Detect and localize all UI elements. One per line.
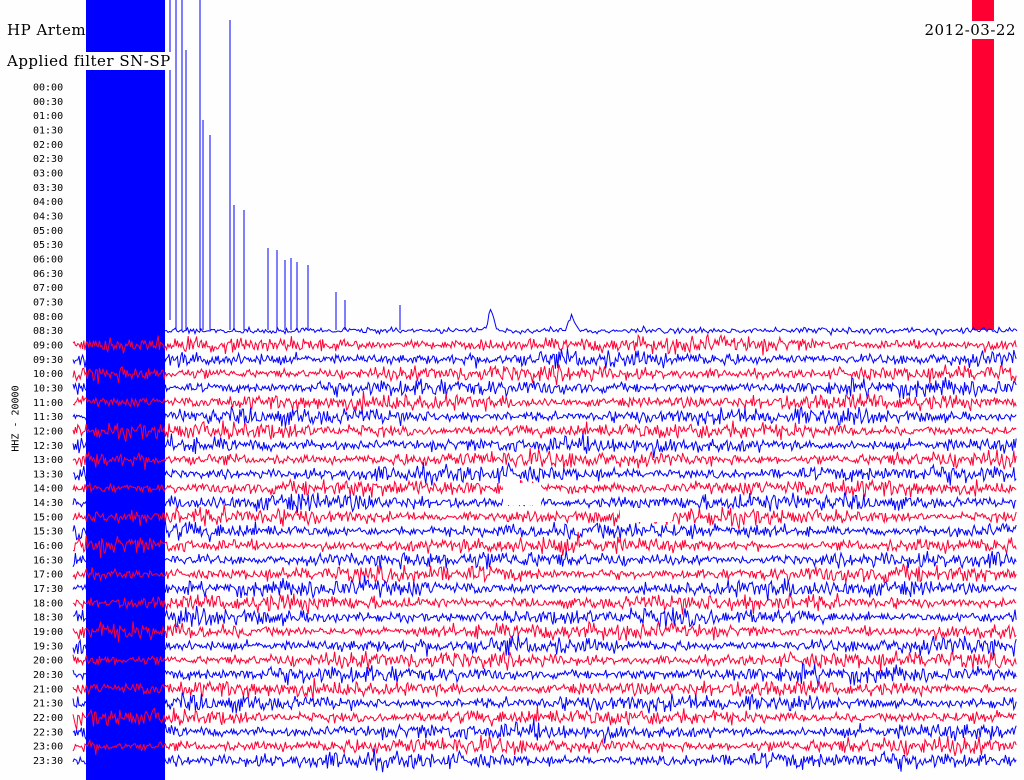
seismic-trace bbox=[72, 620, 1017, 643]
time-label: 00:30 bbox=[33, 97, 63, 108]
seismic-trace bbox=[72, 550, 1017, 570]
time-label: 23:30 bbox=[33, 756, 63, 767]
seismic-trace bbox=[72, 390, 1017, 413]
time-label: 13:30 bbox=[33, 469, 63, 480]
seismic-trace bbox=[72, 461, 1017, 486]
time-label: 12:30 bbox=[33, 441, 63, 452]
time-label: 23:00 bbox=[33, 742, 63, 753]
data-gap bbox=[503, 483, 541, 505]
time-label: 07:30 bbox=[33, 297, 63, 308]
time-label: 07:00 bbox=[33, 283, 63, 294]
time-label: 08:30 bbox=[33, 326, 63, 337]
seismic-trace bbox=[72, 563, 1017, 585]
time-label: 04:30 bbox=[33, 211, 63, 222]
time-label: 03:00 bbox=[33, 168, 63, 179]
time-label: 19:00 bbox=[33, 627, 63, 638]
seismic-trace bbox=[72, 477, 1017, 498]
time-label: 11:00 bbox=[33, 398, 63, 409]
time-label: 10:30 bbox=[33, 383, 63, 394]
seismic-trace bbox=[72, 364, 1017, 386]
time-label: 22:00 bbox=[33, 713, 63, 724]
seismic-trace bbox=[72, 706, 1017, 730]
time-label: 11:30 bbox=[33, 412, 63, 423]
seismic-trace bbox=[72, 504, 1017, 530]
time-label: 06:30 bbox=[33, 269, 63, 280]
seismic-trace bbox=[72, 592, 1017, 615]
seismic-trace bbox=[72, 650, 1017, 672]
time-label: 05:00 bbox=[33, 226, 63, 237]
data-gap bbox=[620, 508, 672, 522]
time-label: 15:00 bbox=[33, 512, 63, 523]
date-label: 2012-03-22 bbox=[924, 21, 1016, 39]
seismic-trace bbox=[72, 719, 1017, 744]
time-label: 14:00 bbox=[33, 484, 63, 495]
time-label: 01:00 bbox=[33, 111, 63, 122]
time-label: 04:00 bbox=[33, 197, 63, 208]
time-label: 02:00 bbox=[33, 140, 63, 151]
time-label: 21:30 bbox=[33, 699, 63, 710]
seismic-trace bbox=[72, 406, 1017, 428]
station-title: HP Artem bbox=[7, 21, 87, 39]
seismic-trace bbox=[72, 748, 1017, 773]
seismic-trace bbox=[72, 734, 1017, 757]
seismic-trace bbox=[72, 605, 1017, 630]
time-label: 12:00 bbox=[33, 426, 63, 437]
seismic-trace bbox=[72, 433, 1017, 459]
time-label: 16:30 bbox=[33, 555, 63, 566]
time-label: 18:00 bbox=[33, 598, 63, 609]
time-label: 08:00 bbox=[33, 312, 63, 323]
time-label: 18:30 bbox=[33, 613, 63, 624]
time-label: 20:00 bbox=[33, 656, 63, 667]
seismic-trace bbox=[72, 575, 1017, 602]
time-label: 17:00 bbox=[33, 570, 63, 581]
time-label: 19:30 bbox=[33, 641, 63, 652]
helicorder-figure: 00:00 00:30 01:00 01:30 02:00 02:30 03:00 03:30… bbox=[0, 0, 1024, 780]
time-label-layer: 00:00 00:30 01:00 01:30 02:00 02:30 03:00 03:30… bbox=[33, 83, 63, 768]
time-label: 14:30 bbox=[33, 498, 63, 509]
time-label: 03:30 bbox=[33, 183, 63, 194]
time-label: 15:30 bbox=[33, 527, 63, 538]
time-label: 09:30 bbox=[33, 355, 63, 366]
time-label: 17:30 bbox=[33, 584, 63, 595]
filter-label: Applied filter SN-SP bbox=[7, 52, 171, 70]
time-label: 02:30 bbox=[33, 154, 63, 165]
time-label: 06:00 bbox=[33, 254, 63, 265]
trace-layer bbox=[72, 0, 1018, 780]
time-label: 13:00 bbox=[33, 455, 63, 466]
y-axis-label: HHZ - 20000 bbox=[10, 385, 22, 452]
time-label: 10:00 bbox=[33, 369, 63, 380]
seismic-trace bbox=[72, 531, 1017, 559]
time-label: 05:30 bbox=[33, 240, 63, 251]
seismic-trace bbox=[72, 333, 1017, 356]
seismic-trace bbox=[72, 634, 1017, 659]
time-label: 20:30 bbox=[33, 670, 63, 681]
time-label: 21:00 bbox=[33, 684, 63, 695]
seismic-trace bbox=[72, 692, 1017, 714]
seismic-trace bbox=[72, 521, 1017, 543]
time-label: 01:30 bbox=[33, 125, 63, 136]
seismic-trace bbox=[72, 662, 1017, 687]
time-label: 22:30 bbox=[33, 727, 63, 738]
time-label: 00:00 bbox=[33, 83, 63, 94]
helicorder-plot: 00:00 00:30 01:00 01:30 02:00 02:30 03:00 03:30… bbox=[33, 0, 1018, 780]
saturated-band-right bbox=[972, 0, 994, 330]
time-label: 09:00 bbox=[33, 340, 63, 351]
seismic-trace bbox=[72, 448, 1017, 470]
time-label: 16:00 bbox=[33, 541, 63, 552]
seismic-trace bbox=[72, 492, 1017, 513]
seismic-trace bbox=[164, 308, 1018, 337]
